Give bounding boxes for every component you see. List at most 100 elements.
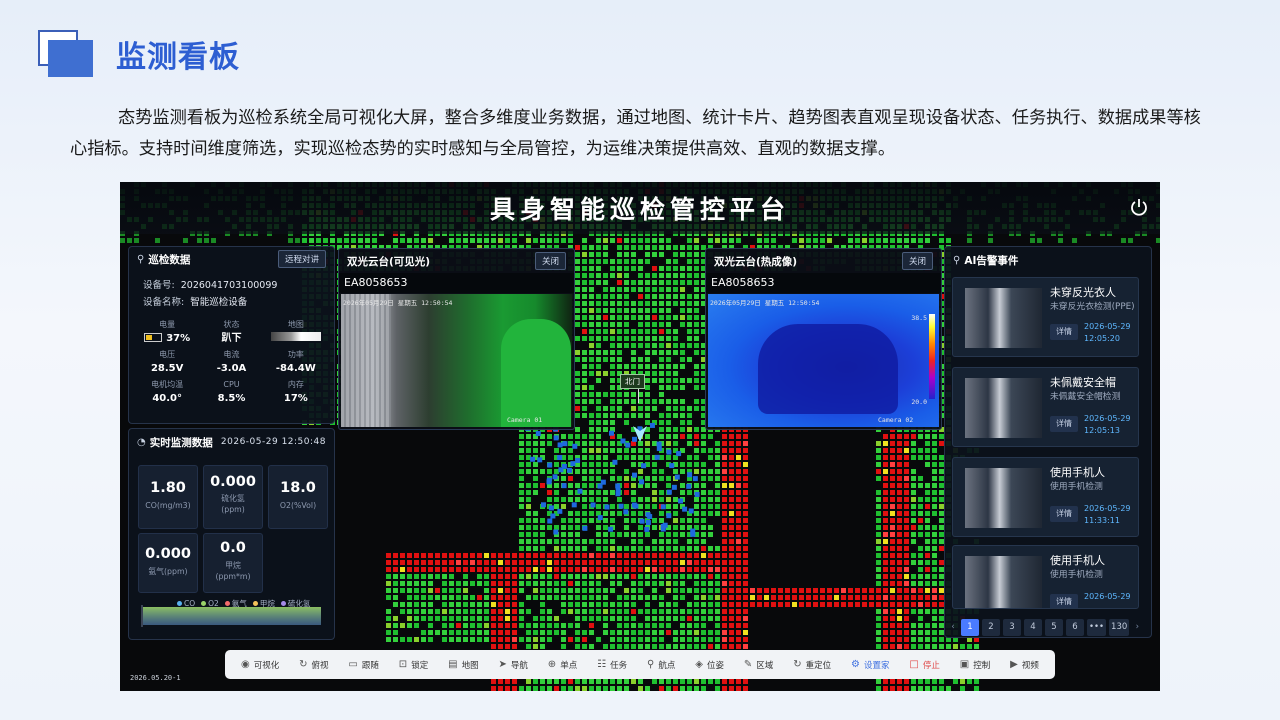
alert-card[interactable]: 未穿反光衣人 未穿反光衣检测(PPE) 详情 2026-05-29 12:05:20 [952, 277, 1139, 357]
page-button[interactable]: ••• [1087, 618, 1107, 636]
remote-intercom-button[interactable]: 远程对讲 [277, 250, 326, 268]
alert-detail-button[interactable]: 详情 [1050, 594, 1078, 608]
alert-description: 使用手机检测 [1050, 570, 1103, 580]
toolbar-button-5[interactable]: ▤ 地图 [448, 659, 478, 671]
video-device-id: EA8058653 [339, 273, 574, 293]
toolbar-button-13[interactable]: ⚙ 设置家 [851, 659, 889, 671]
toolbar-label: 视频 [1021, 660, 1039, 671]
power-icon[interactable] [1128, 196, 1150, 218]
toolbar-button-16[interactable]: ▶ 视频 [1010, 659, 1039, 671]
page-button[interactable]: 4 [1024, 618, 1042, 636]
gear-icon: ⚙ [851, 659, 860, 670]
toolbar-button-1[interactable]: ◉ 可视化 [241, 659, 279, 671]
device-name: 智能巡检设备 [190, 297, 248, 308]
video-osd-time: 2026年05月29日 星期五 12:50:54 [343, 299, 453, 307]
toolbar-button-6[interactable]: ➤ 导航 [498, 659, 527, 671]
sensor-co: 1.80 CO(mg/m3) [138, 465, 198, 529]
page-button[interactable]: 130 [1109, 618, 1130, 636]
alert-detail-button[interactable]: 详情 [1050, 506, 1078, 522]
map-marker-label: 北门 [620, 374, 645, 389]
map-marker-north-gate[interactable]: 北门 [620, 374, 645, 403]
target-icon: ⊕ [547, 659, 557, 670]
eye-icon: ◉ [240, 659, 250, 670]
alert-snapshot[interactable] [965, 468, 1042, 528]
location-pin-icon: ⚲ [953, 254, 961, 266]
page-button[interactable]: 1 [961, 618, 979, 636]
page-button[interactable]: 6 [1066, 618, 1084, 636]
panel-title: 实时监测数据 [149, 436, 213, 449]
rotate-icon: ↻ [299, 659, 308, 670]
alert-card[interactable]: 未佩戴安全帽 未佩戴安全帽检测 详情 2026-05-29 12:05:13 [952, 367, 1139, 447]
sensor-h2s: 0.000 硫化氢 (ppm) [203, 465, 263, 529]
camera-icon: ▭ [348, 659, 358, 670]
visible-camera-feed[interactable]: 2026年05月29日 星期五 12:50:54 Camera 01 [341, 294, 572, 427]
video-osd-camera: Camera 01 [507, 416, 543, 424]
waypoint-icon: ⚲ [647, 659, 655, 670]
stat-map: 地图 [264, 319, 328, 349]
toolbar-button-9[interactable]: ⚲ 航点 [647, 659, 675, 671]
alert-snapshot[interactable] [965, 288, 1042, 348]
pencil-icon: ✎ [743, 659, 753, 670]
page-button[interactable]: 2 [982, 618, 1000, 636]
alert-date: 2026-05-29 [1084, 322, 1131, 331]
close-video-button[interactable]: 关闭 [534, 252, 566, 270]
alert-pagination: ‹ 1 2 3 4 5 6 ••• 130 › [945, 618, 1151, 636]
dashboard-screenshot: 具身智能巡检管控平台 北门 ⚲ 巡检数据 远程对讲 设备号: 202604170… [120, 182, 1160, 691]
toolbar-button-14[interactable]: □ 停止 [909, 659, 939, 671]
device-number-row: 设备号: 2026041703100099 [143, 280, 278, 291]
toolbar-button-15[interactable]: ▣ 控制 [960, 659, 990, 671]
video-panel-thermal: 双光云台(热成像) 关闭 EA8058653 38.5 20.0 2026年05… [705, 248, 942, 430]
toolbar-label: 锁定 [411, 660, 429, 671]
stat-power: 功率 -84.4W [275, 350, 316, 374]
toolbar-button-11[interactable]: ✎ 区域 [744, 659, 773, 671]
realtime-timestamp: 2026-05-29 12:50:48 [220, 437, 326, 447]
toolbar-button-8[interactable]: ☷ 任务 [597, 659, 627, 671]
toolbar-button-7[interactable]: ⊕ 单点 [548, 659, 577, 671]
toolbar-label: 重定位 [805, 660, 832, 671]
alert-description: 未佩戴安全帽检测 [1050, 392, 1121, 402]
alert-title: 未佩戴安全帽 [1050, 376, 1116, 389]
thermal-max-temp: 38.5 [911, 314, 927, 322]
toolbar-button-3[interactable]: ▭ 跟随 [348, 659, 378, 671]
page-button[interactable]: 3 [1003, 618, 1021, 636]
stat-status: 状态 趴下 [221, 320, 242, 344]
map-thumbnail[interactable] [270, 332, 321, 341]
alert-detail-button[interactable]: 详情 [1050, 416, 1078, 432]
toolbar-button-2[interactable]: ↻ 俯视 [299, 659, 328, 671]
video-panel-visible: 双光云台(可见光) 关闭 EA8058653 2026年05月29日 星期五 1… [338, 248, 575, 430]
thermal-camera-feed[interactable]: 38.5 20.0 2026年05月29日 星期五 12:50:54 Camer… [708, 294, 939, 427]
gas-trend-mini-chart [141, 605, 321, 627]
page-button[interactable]: 5 [1045, 618, 1063, 636]
page-next-icon[interactable]: › [1132, 619, 1142, 636]
toolbar-button-10[interactable]: ◈ 位姿 [695, 659, 724, 671]
sensor-methane: 0.0 甲烷 (ppm*m) [203, 533, 263, 593]
alert-card[interactable]: 使用手机人 使用手机检测 详情 2026-05-29 11:33:11 [952, 457, 1139, 537]
realtime-monitor-panel: ◔ 实时监测数据 2026-05-29 12:50:48 1.80 CO(mg/… [128, 428, 335, 640]
stop-icon: □ [909, 659, 919, 670]
toolbar-label: 任务 [610, 660, 628, 671]
stat-voltage: 电压 28.5V [150, 350, 184, 374]
alert-detail-button[interactable]: 详情 [1050, 324, 1078, 340]
toolbar-button-12[interactable]: ↻ 重定位 [793, 659, 831, 671]
stat-motor-temp: 电机均温 40.0° [151, 380, 184, 404]
alert-snapshot[interactable] [965, 556, 1042, 608]
alert-title: 未穿反光衣人 [1050, 286, 1116, 299]
close-video-button[interactable]: 关闭 [901, 252, 933, 270]
alert-date: 2026-05-29 [1084, 504, 1131, 513]
toolbar-label: 区域 [756, 660, 774, 671]
alert-snapshot[interactable] [965, 378, 1042, 438]
alert-card[interactable]: 使用手机人 使用手机检测 详情 2026-05-29 [952, 545, 1139, 609]
toolbar-button-4[interactable]: ⊡ 锁定 [399, 659, 428, 671]
logo-square-filled [48, 40, 93, 77]
alert-title: 使用手机人 [1050, 554, 1105, 567]
slide-description: 态势监测看板为巡检系统全局可视化大屏，整合多维度业务数据，通过地图、统计卡片、趋… [70, 108, 1201, 159]
device-number: 2026041703100099 [180, 280, 278, 291]
battery-icon [144, 333, 163, 342]
toolbar-label: 跟随 [361, 660, 379, 671]
robot-position-icon[interactable] [632, 424, 648, 444]
inspection-data-panel: ⚲ 巡检数据 远程对讲 设备号: 2026041703100099 设备名称: … [128, 246, 335, 424]
page-prev-icon[interactable]: ‹ [948, 619, 958, 636]
navigation-icon: ➤ [498, 659, 507, 670]
toolbar-label: 俯视 [311, 660, 329, 671]
sensor-ammonia: 0.000 氨气(ppm) [138, 533, 198, 593]
